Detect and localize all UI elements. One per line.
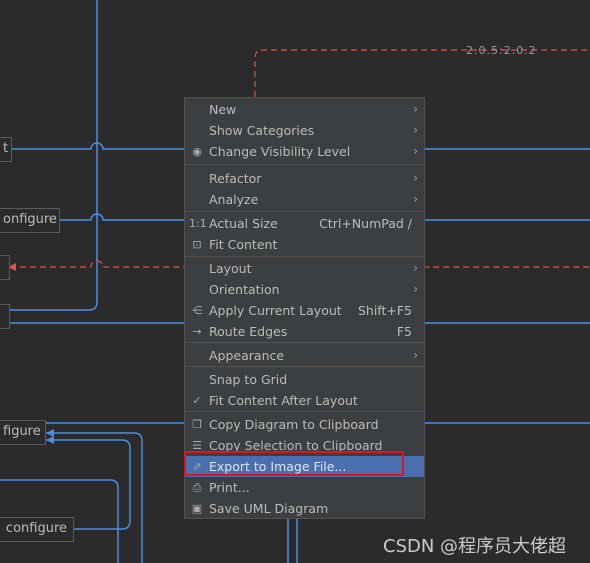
edge [8, 0, 98, 311]
chevron-right-icon: › [413, 261, 418, 275]
menu-item-snap-to-grid[interactable]: Snap to Grid [185, 369, 424, 390]
menu-item-new[interactable]: New › [185, 99, 424, 120]
chevron-right-icon: › [413, 348, 418, 362]
class-node[interactable]: t [0, 137, 12, 162]
route-edges-icon: → [192, 325, 202, 338]
menu-item-actual-size[interactable]: 1:1 Actual Size Ctrl+NumPad / [185, 213, 424, 234]
print-icon: ⎙ [192, 481, 202, 494]
menu-item-print[interactable]: ⎙ Print... [185, 477, 424, 498]
menu-item-label: Orientation [209, 282, 280, 297]
save-icon: ▣ [191, 502, 203, 515]
shortcut: Ctrl+NumPad / [319, 216, 412, 231]
menu-item-show-categories[interactable]: Show Categories › [185, 120, 424, 141]
edge [287, 518, 298, 563]
menu-item-label: Apply Current Layout [209, 303, 342, 318]
edge [46, 432, 143, 563]
menu-item-label: Appearance [209, 348, 285, 363]
menu-separator [185, 256, 424, 257]
menu-item-analyze[interactable]: Analyze › [185, 189, 424, 210]
menu-item-label: Layout [209, 261, 252, 276]
copy-icon: ❐ [192, 418, 202, 431]
menu-separator [185, 211, 424, 212]
menu-item-label: Show Categories [209, 123, 315, 138]
menu-item-apply-current-layout[interactable]: ⋲ Apply Current Layout Shift+F5 [185, 300, 424, 321]
watermark: CSDN @程序员大佬超 [383, 536, 567, 557]
chevron-right-icon: › [413, 123, 418, 137]
menu-item-appearance[interactable]: Appearance › [185, 345, 424, 366]
menu-item-label: Refactor [209, 171, 262, 186]
chevron-right-icon: › [413, 171, 418, 185]
chevron-right-icon: › [413, 144, 418, 158]
menu-item-save-uml-diagram[interactable]: ▣ Save UML Diagram [185, 498, 424, 519]
menu-item-label: Print... [209, 480, 250, 495]
menu-item-label: New [209, 102, 237, 117]
menu-item-layout[interactable]: Layout › [185, 258, 424, 279]
check-icon: ✓ [192, 394, 202, 407]
menu-item-label: Analyze [209, 192, 259, 207]
chevron-right-icon: › [413, 282, 418, 296]
highlight-box [184, 451, 404, 476]
menu-item-label: Actual Size [209, 216, 278, 231]
menu-item-change-visibility-level[interactable]: ◉ Change Visibility Level › [185, 141, 424, 162]
menu-item-label: Snap to Grid [209, 372, 288, 387]
chevron-right-icon: › [413, 102, 418, 116]
menu-item-label: Copy Diagram to Clipboard [209, 417, 379, 432]
fit-content-icon: ⊡ [192, 238, 202, 251]
menu-item-label: Save UML Diagram [209, 501, 329, 516]
eye-icon: ◉ [192, 145, 202, 158]
chevron-right-icon: › [413, 192, 418, 206]
menu-separator [185, 411, 424, 412]
shortcut: Shift+F5 [357, 303, 412, 318]
layout-icon: ⋲ [191, 304, 203, 317]
class-node[interactable]: figure [0, 420, 46, 445]
shortcut: F5 [396, 324, 412, 339]
menu-item-orientation[interactable]: Orientation › [185, 279, 424, 300]
menu-item-route-edges[interactable]: → Route Edges F5 [185, 321, 424, 342]
actual-size-icon: 1:1 [189, 217, 207, 230]
menu-item-fit-content[interactable]: ⊡ Fit Content [185, 234, 424, 255]
class-node[interactable] [0, 304, 10, 329]
edge-label: 2.0.5:2.0.2 [466, 44, 537, 57]
menu-item-copy-diagram-to-clipboard[interactable]: ❐ Copy Diagram to Clipboard [185, 414, 424, 435]
menu-separator [185, 164, 424, 165]
menu-separator [185, 366, 424, 367]
class-node[interactable] [0, 255, 10, 280]
dashed-edge [254, 49, 590, 97]
menu-item-label: Change Visibility Level [209, 144, 351, 159]
menu-separator [185, 342, 424, 343]
menu-item-refactor[interactable]: Refactor › [185, 168, 424, 189]
class-node[interactable]: onfigure [0, 208, 60, 233]
menu-item-fit-content-after-layout[interactable]: ✓ Fit Content After Layout [185, 390, 424, 411]
menu-item-label: Fit Content [209, 237, 278, 252]
menu-item-label: Route Edges [209, 324, 288, 339]
class-node[interactable]: configure [0, 517, 74, 542]
menu-item-label: Fit Content After Layout [209, 393, 358, 408]
